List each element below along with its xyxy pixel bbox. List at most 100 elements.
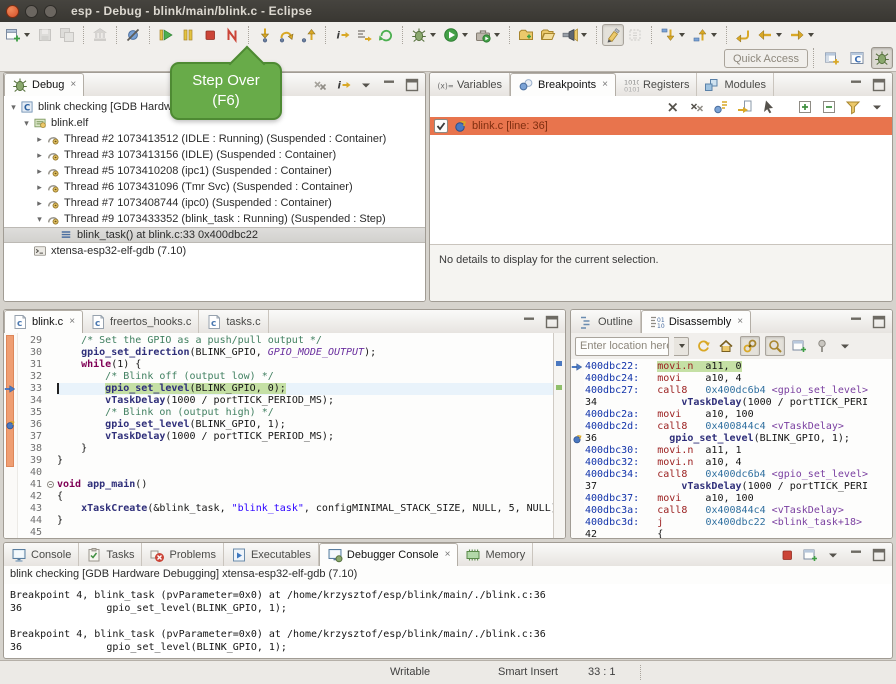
line-number[interactable]: 44 (18, 515, 46, 527)
dropdown-arrow-icon[interactable] (679, 33, 685, 37)
minimize-icon[interactable] (520, 313, 538, 331)
line-number[interactable]: 45 (18, 527, 46, 538)
code-line[interactable]: 29 /* Set the GPIO as a push/pull output… (18, 335, 554, 347)
code-line[interactable]: 31 while(1) { (18, 359, 554, 371)
minimize-icon[interactable] (847, 546, 865, 564)
code-line[interactable]: 38 } (18, 443, 554, 455)
disassembly-line[interactable]: 400dbc32: movi.n a10, 4 (585, 457, 892, 469)
line-number[interactable]: 33 (18, 383, 46, 395)
disassembly-margin[interactable] (571, 359, 584, 538)
go-to-file-for-breakpoint-button[interactable] (736, 98, 754, 116)
terminate-button[interactable] (199, 24, 221, 46)
disassembly-line[interactable]: 400dbc3a: call8 0x400844c4 <vTaskDelay> (585, 505, 892, 517)
link-with-debug-context-toggle[interactable] (740, 336, 760, 356)
minimize-icon[interactable] (847, 76, 865, 94)
tree-collapsed-arrow-icon[interactable]: ▸ (34, 134, 45, 145)
editor-annotation-ruler[interactable] (4, 333, 18, 538)
maximize-icon[interactable] (870, 313, 888, 331)
line-number[interactable]: 29 (18, 335, 46, 347)
breakpoint-row[interactable]: blink.c [line: 36] (430, 117, 892, 135)
link-with-debug-view-button[interactable] (760, 98, 778, 116)
view-menu-icon[interactable] (836, 337, 854, 355)
step-over-button[interactable] (276, 24, 298, 46)
disassembly-body[interactable]: 400dbc22: movi.n a11, 0400dbc24: movi a1… (571, 359, 892, 538)
collapse-all-button[interactable] (820, 98, 838, 116)
build-button[interactable] (89, 24, 111, 46)
code-line[interactable]: 36 gpio_set_level(BLINK_GPIO, 1); (18, 419, 554, 431)
line-number[interactable]: 43 (18, 503, 46, 515)
remove-all-terminated-button[interactable] (311, 76, 329, 94)
location-dropdown-icon[interactable] (674, 337, 689, 356)
track-expression-toggle[interactable] (765, 336, 785, 356)
maximize-icon[interactable] (870, 76, 888, 94)
dropdown-arrow-icon[interactable] (581, 33, 587, 37)
code-line[interactable]: 40 (18, 467, 554, 479)
instruction-stepping-button[interactable]: i (331, 24, 353, 46)
instruction-stepping-toggle[interactable]: i (334, 76, 352, 94)
run-as-button[interactable] (440, 24, 472, 46)
disassembly-line[interactable]: 400dbc30: movi.n a11, 1 (585, 445, 892, 457)
line-number[interactable]: 34 (18, 395, 46, 407)
debug-tree-item[interactable]: ▸Thread #2 1073413512 (IDLE : Running) (… (4, 131, 425, 147)
disassembly-line[interactable]: 37 vTaskDelay(1000 / portTICK_PERI (585, 481, 892, 493)
code-line[interactable]: 37 vTaskDelay(1000 / portTICK_PERIOD_MS)… (18, 431, 554, 443)
debug-perspective-button[interactable] (871, 47, 893, 69)
debug-tree-item[interactable]: ▾Thread #9 1073433352 (blink_task : Runn… (4, 211, 425, 227)
dropdown-arrow-icon[interactable] (24, 33, 30, 37)
expand-all-button[interactable] (796, 98, 814, 116)
tab-memory[interactable]: Memory (458, 543, 533, 566)
line-number[interactable]: 35 (18, 407, 46, 419)
save-all-button[interactable] (56, 24, 78, 46)
disassembly-line[interactable]: 400dbc2d: call8 0x400844c4 <vTaskDelay> (585, 421, 892, 433)
window-close-button[interactable] (6, 5, 19, 18)
dropdown-arrow-icon[interactable] (711, 33, 717, 37)
skip-all-breakpoints-button[interactable] (122, 24, 144, 46)
tab-tasks-c[interactable]: c tasks.c (199, 310, 268, 333)
new-wizard-button[interactable] (2, 24, 34, 46)
code-line[interactable]: 44} (18, 515, 554, 527)
tab-debugger-console[interactable]: Debugger Console × (319, 543, 459, 567)
tree-collapsed-arrow-icon[interactable]: ▸ (34, 166, 45, 177)
line-number[interactable]: 37 (18, 431, 46, 443)
close-tab-icon[interactable]: × (70, 80, 76, 90)
line-number[interactable]: 40 (18, 467, 46, 479)
block-selection-button[interactable] (624, 24, 646, 46)
forward-button[interactable] (786, 24, 818, 46)
disassembly-line[interactable]: 400dbc2a: movi a10, 100 (585, 409, 892, 421)
code-line[interactable]: 43 xTaskCreate(&blink_task, "blink_task"… (18, 503, 554, 515)
open-console-button[interactable] (801, 546, 819, 564)
home-button[interactable] (717, 337, 735, 355)
code-line[interactable]: 30 gpio_set_direction(BLINK_GPIO, GPIO_M… (18, 347, 554, 359)
disassembly-line[interactable]: 34 vTaskDelay(1000 / portTICK_PERI (585, 397, 892, 409)
debug-tree-item[interactable]: ▸Thread #5 1073410208 (ipc1) (Suspended … (4, 163, 425, 179)
debug-tree-item[interactable]: blink_task() at blink.c:33 0x400dbc22 (4, 227, 425, 243)
dropdown-arrow-icon[interactable] (430, 33, 436, 37)
tree-expanded-arrow-icon[interactable]: ▾ (34, 214, 45, 225)
tab-breakpoints[interactable]: Breakpoints × (510, 73, 616, 97)
disassembly-line[interactable]: 36 gpio_set_level(BLINK_GPIO, 1); (585, 433, 892, 445)
tab-executables[interactable]: Executables (224, 543, 319, 566)
tab-disassembly[interactable]: 0110 Disassembly × (641, 310, 751, 334)
tab-outline[interactable]: Outline (571, 310, 641, 333)
close-tab-icon[interactable]: × (69, 317, 75, 327)
tab-registers[interactable]: 10100101 Registers (616, 73, 697, 96)
line-number[interactable]: 42 (18, 491, 46, 503)
debug-tree-item[interactable]: ▸Thread #6 1073431096 (Tmr Svc) (Suspend… (4, 179, 425, 195)
tab-debug[interactable]: Debug × (4, 73, 84, 97)
mark-occurrences-button[interactable] (602, 24, 624, 46)
search-button[interactable] (559, 24, 591, 46)
back-button[interactable] (754, 24, 786, 46)
code-line[interactable]: 32 /* Blink off (output low) */ (18, 371, 554, 383)
open-new-view-button[interactable] (790, 337, 808, 355)
quick-access[interactable]: Quick Access (724, 49, 808, 68)
filter-breakpoints-button[interactable] (844, 98, 862, 116)
maximize-icon[interactable] (870, 546, 888, 564)
tab-tasks[interactable]: Tasks (79, 543, 142, 566)
remove-selected-breakpoints-button[interactable] (664, 98, 682, 116)
disassembly-line[interactable]: 400dbc24: movi a10, 4 (585, 373, 892, 385)
tree-expanded-arrow-icon[interactable]: ▾ (21, 118, 32, 129)
tab-variables[interactable]: (x)= Variables (430, 73, 510, 96)
line-number[interactable]: 39 (18, 455, 46, 467)
open-project-button[interactable] (537, 24, 559, 46)
last-edit-location-button[interactable] (732, 24, 754, 46)
